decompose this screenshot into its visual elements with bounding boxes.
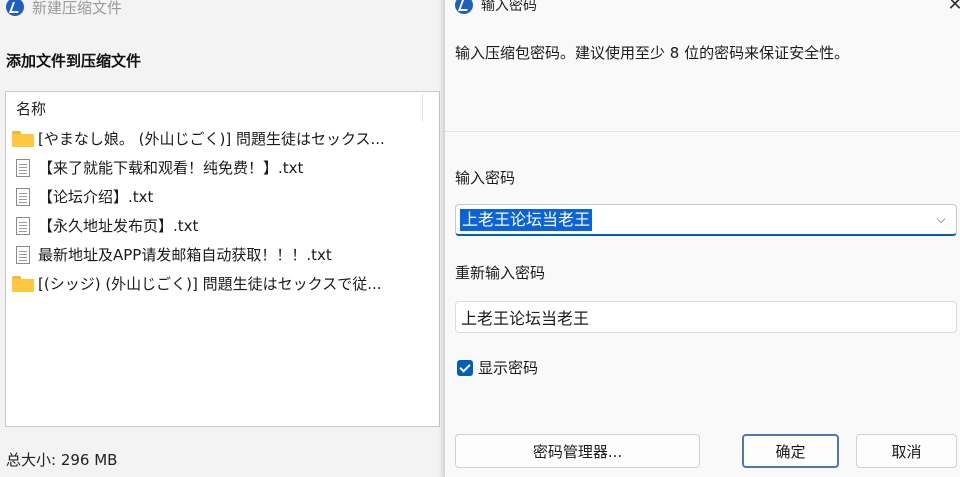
password-label: 输入密码	[455, 169, 516, 187]
ok-button[interactable]: 确定	[742, 434, 839, 468]
dialog-titlebar: 输入密码	[445, 0, 960, 20]
password-input[interactable]: 上老王论坛当老王	[460, 208, 593, 231]
password-manager-button[interactable]: 密码管理器...	[455, 434, 700, 468]
text-file-icon	[16, 158, 30, 177]
list-item-name: [やまなし娘。 (外山じごく)] 問題生徒はセックス...	[38, 130, 385, 148]
column-separator[interactable]	[422, 94, 423, 122]
list-item-name: [(シッジ) (外山じごく)] 問題生徒はセックスで従...	[38, 275, 382, 293]
text-file-icon	[16, 187, 30, 206]
list-item-name: 最新地址及APP请发邮箱自动获取！！！.txt	[38, 246, 332, 264]
list-item-name: 【论坛介绍】.txt	[38, 188, 154, 206]
folder-icon	[12, 275, 34, 292]
compress-window-title: 新建压缩文件	[32, 0, 123, 17]
show-password-label: 显示密码	[478, 359, 539, 377]
chevron-down-icon[interactable]: ⌵	[934, 212, 948, 226]
list-item[interactable]: [(シッジ) (外山じごく)] 問題生徒はセックスで従...	[6, 269, 439, 298]
app-logo-icon	[6, 0, 24, 16]
file-list[interactable]: 名称 [やまなし娘。 (外山じごく)] 問題生徒はセックス... 【来了就能下载…	[5, 91, 440, 427]
app-logo-icon	[455, 0, 473, 14]
cancel-button[interactable]: 取消	[856, 434, 957, 468]
password-combobox[interactable]: 上老王论坛当老王 ⌵	[455, 204, 957, 236]
password-dialog: 输入密码 ✕ 输入压缩包密码。建议使用至少 8 位的密码来保证安全性。 输入密码…	[445, 0, 960, 477]
text-file-icon	[16, 245, 30, 264]
confirm-password-input[interactable]: 上老王论坛当老王	[455, 301, 957, 333]
show-password-checkbox[interactable]	[457, 359, 473, 376]
list-item[interactable]: 最新地址及APP请发邮箱自动获取！！！.txt	[6, 240, 439, 269]
compress-window: 新建压缩文件 添加文件到压缩文件 名称 [やまなし娘。 (外山じごく)] 問題生…	[0, 0, 445, 477]
list-item[interactable]: 【来了就能下载和观看！纯免费！】.txt	[6, 153, 439, 182]
show-password-toggle[interactable]: 显示密码	[457, 357, 538, 378]
close-icon[interactable]: ✕	[944, 0, 960, 16]
dialog-title: 输入密码	[481, 0, 537, 14]
folder-icon	[12, 130, 34, 147]
list-item[interactable]: 【论坛介绍】.txt	[6, 182, 439, 211]
list-item-name: 【来了就能下载和观看！纯免费！】.txt	[38, 159, 304, 177]
screen: 新建压缩文件 添加文件到压缩文件 名称 [やまなし娘。 (外山じごく)] 問題生…	[0, 0, 960, 477]
divider	[445, 131, 960, 132]
list-item[interactable]: [やまなし娘。 (外山じごく)] 問題生徒はセックス...	[6, 124, 439, 153]
list-item-name: 【永久地址发布页】.txt	[38, 217, 199, 235]
total-size-text: 总大小: 296 MB	[6, 451, 118, 469]
dialog-description: 输入压缩包密码。建议使用至少 8 位的密码来保证安全性。	[455, 44, 850, 62]
compress-window-titlebar: 新建压缩文件	[0, 0, 445, 22]
column-header-label: 名称	[16, 99, 47, 118]
confirm-password-label: 重新输入密码	[455, 264, 546, 282]
column-header-name[interactable]: 名称	[6, 92, 439, 124]
text-file-icon	[16, 216, 30, 235]
list-item[interactable]: 【永久地址发布页】.txt	[6, 211, 439, 240]
section-heading: 添加文件到压缩文件	[6, 52, 142, 70]
